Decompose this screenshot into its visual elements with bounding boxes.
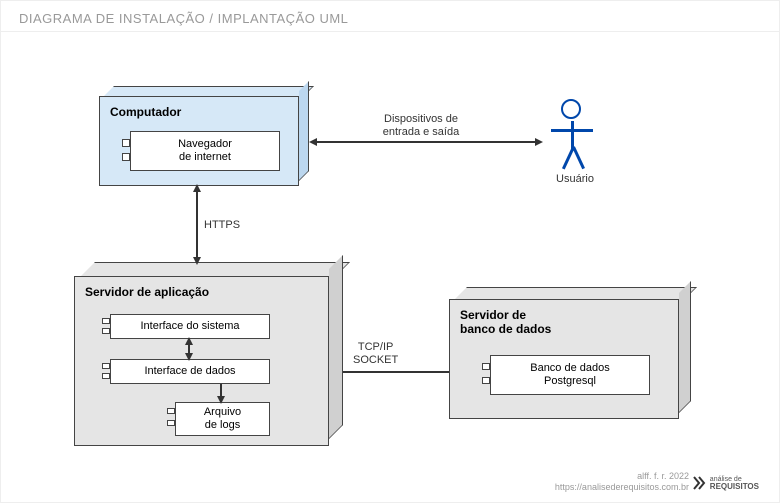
brand-glyph-icon xyxy=(692,474,706,492)
arrow-to-user xyxy=(535,138,543,146)
actor-user-label: Usuário xyxy=(551,173,599,186)
label-https: HTTPS xyxy=(204,219,240,232)
node-db-server-title: Servidor de banco de dados xyxy=(450,300,678,342)
component-data-interface: Interface de dados xyxy=(110,359,270,384)
footer-credits: alff. f. r. 2022 https://analisederequis… xyxy=(555,471,689,494)
line-computer-user xyxy=(311,141,541,143)
line-tcpip xyxy=(343,371,449,373)
arrow-to-computer xyxy=(309,138,317,146)
node-computer-title: Computador xyxy=(100,97,298,125)
label-io-devices: Dispositivos de entrada e saída xyxy=(366,113,476,139)
page-title: DIAGRAMA DE INSTALAÇÃO / IMPLANTAÇÃO UML xyxy=(19,11,348,26)
line-https xyxy=(196,186,198,263)
node-app-server-title: Servidor de aplicação xyxy=(75,277,328,305)
component-browser: Navegador de internet xyxy=(130,131,280,171)
footer-author: alff. f. r. 2022 xyxy=(555,471,689,483)
actor-head-icon xyxy=(561,99,581,119)
footer-brand-logo: análise de REQUISITOS xyxy=(692,474,759,492)
footer-brand-bottom: REQUISITOS xyxy=(710,483,759,491)
footer-url: https://analisederequisitos.com.br xyxy=(555,482,689,494)
component-system-interface: Interface do sistema xyxy=(110,314,270,339)
arrow-https-up xyxy=(193,184,201,192)
title-underline xyxy=(1,31,779,32)
label-tcpip: TCP/IP SOCKET xyxy=(353,341,398,367)
component-logs: Arquivo de logs xyxy=(175,402,270,436)
arrow-https-down xyxy=(193,257,201,265)
component-database: Banco de dados Postgresql xyxy=(490,355,650,395)
